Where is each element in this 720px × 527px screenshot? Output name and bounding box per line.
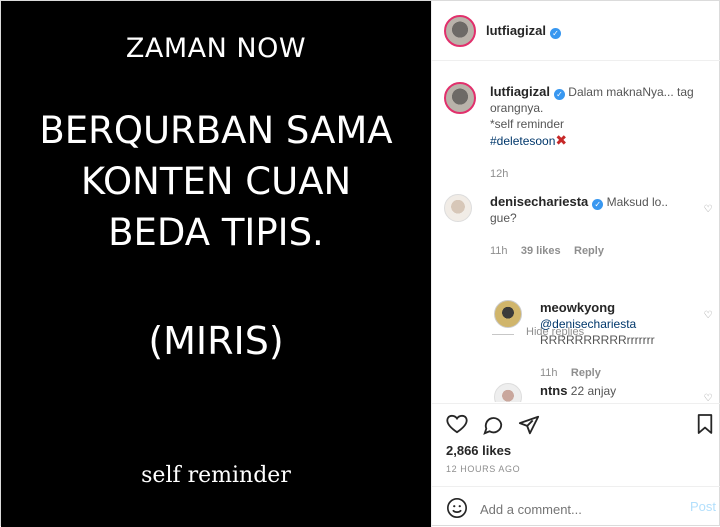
caption-line-3: *self reminder: [490, 117, 565, 131]
author-username[interactable]: lutfiagizal: [486, 23, 561, 39]
reply-body: RRRRRRRRRRrrrrrrr: [540, 333, 655, 347]
caption-hashtag[interactable]: #deletesoon: [490, 134, 555, 148]
post-sidebar: lutfiagizal lutfiagizal Dalam maknaNya..…: [431, 1, 720, 527]
reply-body: 22 anjay: [570, 384, 617, 398]
author-avatar[interactable]: [444, 15, 476, 47]
comment-avatar[interactable]: [444, 194, 472, 222]
verified-badge-icon: [549, 28, 561, 39]
verified-badge-icon: [553, 89, 565, 100]
comment-username[interactable]: denisechariesta: [490, 194, 588, 209]
comment-text: denisechariesta Maksud lo.. gue? 11h 39 …: [490, 194, 680, 259]
comment-icon[interactable]: [482, 414, 504, 436]
reply-text: ntns 22 anjay: [540, 383, 690, 399]
heart-icon[interactable]: ♡: [702, 310, 714, 322]
post-image-main-text: BERQURBAN SAMA KONTEN CUAN BEDA TIPIS.: [1, 105, 431, 258]
replies-divider: [492, 334, 514, 335]
post-image-line-3: BEDA TIPIS.: [108, 211, 324, 254]
comment-input[interactable]: [480, 500, 670, 518]
author-username-text[interactable]: lutfiagizal: [486, 23, 546, 38]
comments-panel[interactable]: lutfiagizal Dalam maknaNya... tag orangn…: [432, 62, 720, 402]
post-image-line-1: BERQURBAN SAMA: [39, 109, 393, 152]
comment-body-line-2: gue?: [490, 211, 517, 225]
comment-box: Post: [432, 486, 720, 527]
likes-count[interactable]: 2,866 likes: [446, 443, 511, 458]
caption-time[interactable]: 12h: [490, 168, 508, 180]
caption-username[interactable]: lutfiagizal: [490, 84, 550, 99]
post-image[interactable]: ZAMAN NOW BERQURBAN SAMA KONTEN CUAN BED…: [1, 1, 431, 527]
post-image-footer: self reminder: [141, 463, 291, 488]
reply-username[interactable]: meowkyong: [540, 300, 615, 315]
verified-badge-icon: [592, 199, 604, 210]
emoji-icon[interactable]: [446, 497, 468, 519]
instagram-post-view: ZAMAN NOW BERQURBAN SAMA KONTEN CUAN BED…: [0, 0, 720, 527]
reply-avatar[interactable]: [494, 383, 522, 402]
reply-username[interactable]: ntns: [540, 383, 567, 398]
reply-button[interactable]: Reply: [574, 245, 604, 257]
caption-line-2: orangnya.: [490, 101, 544, 115]
reply-text: meowkyong @denisechariesta RRRRRRRRRRrrr…: [540, 300, 690, 381]
bookmark-icon[interactable]: [696, 413, 714, 435]
post-image-heading: ZAMAN NOW: [125, 33, 307, 64]
post-image-line-2: KONTEN CUAN: [80, 160, 352, 203]
comment-time[interactable]: 11h: [490, 245, 508, 257]
post-header: lutfiagizal: [432, 1, 720, 61]
comment-body: Maksud lo..: [606, 195, 668, 209]
caption-line-1: Dalam maknaNya... tag: [568, 85, 694, 99]
cross-mark-icon: ✖: [555, 132, 568, 148]
heart-icon[interactable]: ♡: [702, 204, 714, 216]
heart-icon[interactable]: ♡: [702, 393, 714, 402]
reply-time[interactable]: 11h: [540, 367, 558, 379]
comment-likes[interactable]: 39 likes: [521, 245, 561, 257]
post-image-miris-text: (MIRIS): [148, 319, 284, 363]
heart-icon[interactable]: [446, 414, 468, 434]
post-button[interactable]: Post: [690, 499, 716, 514]
share-icon[interactable]: [518, 414, 540, 436]
caption-text: lutfiagizal Dalam maknaNya... tag orangn…: [490, 84, 702, 182]
caption-avatar[interactable]: [444, 82, 476, 114]
reply-button[interactable]: Reply: [571, 367, 601, 379]
post-actions: [432, 403, 720, 437]
post-timestamp[interactable]: 12 HOURS AGO: [446, 464, 520, 474]
reply-mention[interactable]: @denisechariesta: [540, 317, 636, 331]
reply-avatar[interactable]: [494, 300, 522, 328]
